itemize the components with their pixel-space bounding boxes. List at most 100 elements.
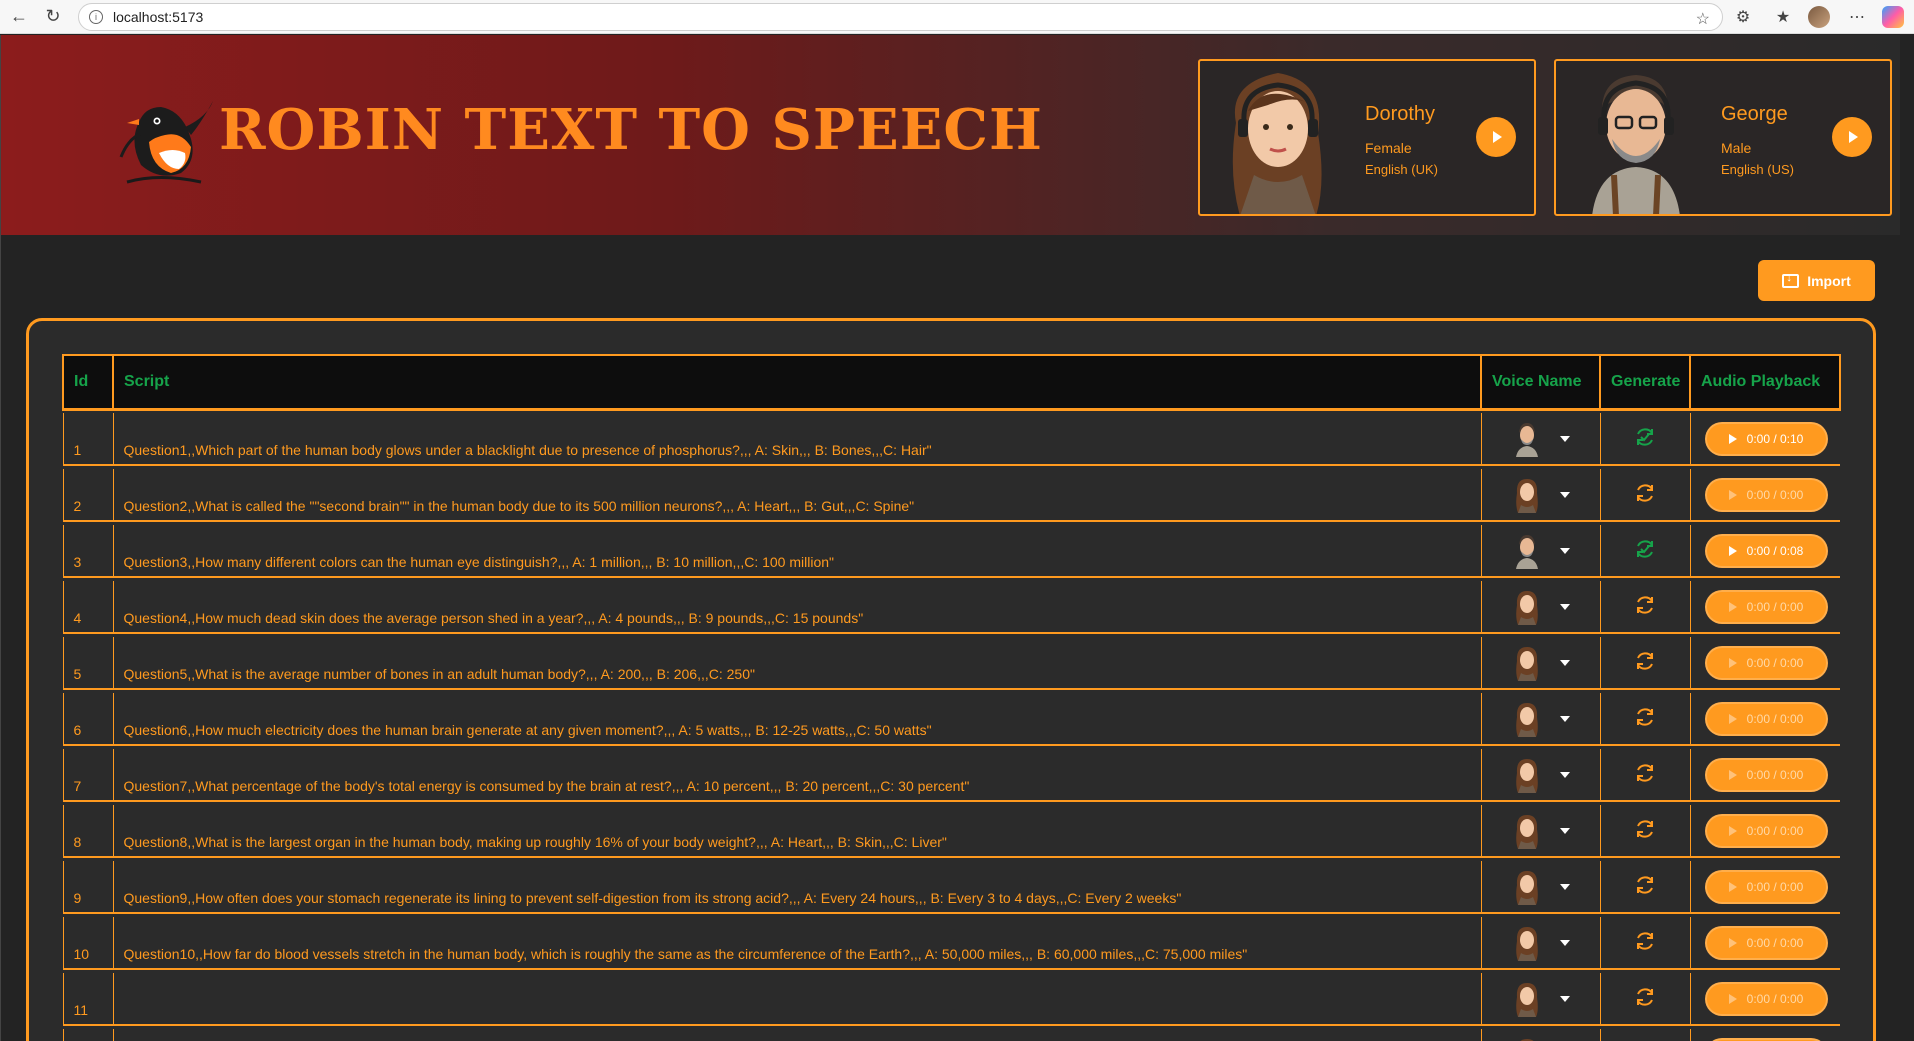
voice-select[interactable]: [1480, 525, 1600, 578]
audio-play-button[interactable]: 0:00 / 0:08: [1704, 533, 1828, 568]
audio-play-button[interactable]: 0:00 / 0:00: [1704, 757, 1828, 792]
voice-card-dorothy: Dorothy Female English (UK): [1198, 59, 1536, 216]
generate-cell: [1599, 917, 1690, 970]
table-row: 5 Question5,,What is the average number o…: [62, 637, 1840, 690]
chevron-down-icon[interactable]: [1559, 715, 1570, 722]
audio-cell: 0:00 / 0:00: [1689, 581, 1840, 634]
play-icon: [1728, 825, 1737, 836]
row-script[interactable]: Question3,,How many different colors can…: [112, 525, 1481, 578]
row-script[interactable]: [112, 973, 1481, 1026]
audio-play-button[interactable]: 0:00 / 0:00: [1704, 925, 1828, 960]
voice-select[interactable]: [1480, 637, 1600, 690]
reload-icon[interactable]: ↻: [38, 2, 68, 32]
more-menu-icon[interactable]: ⋯: [1844, 5, 1870, 29]
row-script[interactable]: Question10,,How far do blood vessels str…: [112, 917, 1481, 970]
voice-select[interactable]: [1480, 413, 1600, 466]
generate-icon[interactable]: [1633, 649, 1657, 673]
row-script[interactable]: Question8,,What is the largest organ in …: [112, 805, 1481, 858]
audio-play-button[interactable]: 0:00 / 0:10: [1704, 421, 1828, 456]
generate-icon[interactable]: [1633, 985, 1657, 1009]
row-script[interactable]: Question7,,What percentage of the body's…: [112, 749, 1481, 802]
voice-select[interactable]: [1480, 973, 1600, 1026]
chevron-down-icon[interactable]: [1559, 995, 1570, 1002]
row-script[interactable]: Question9,,How often does your stomach r…: [112, 861, 1481, 914]
chevron-down-icon[interactable]: [1559, 939, 1570, 946]
row-script[interactable]: Question2,,What is called the ""second b…: [112, 469, 1481, 522]
row-script[interactable]: [112, 1029, 1481, 1041]
dorothy-portrait: [1208, 63, 1348, 214]
generate-icon[interactable]: [1633, 761, 1657, 785]
audio-play-button[interactable]: 0:00 / 0:00: [1704, 981, 1828, 1016]
import-label: Import: [1807, 272, 1851, 289]
generate-icon[interactable]: [1633, 817, 1657, 841]
audio-time: 0:00 / 0:00: [1746, 823, 1804, 838]
chevron-down-icon[interactable]: [1559, 603, 1570, 610]
voice-preview-play-button[interactable]: [1832, 117, 1872, 157]
george-avatar-icon: [1512, 533, 1542, 569]
voice-preview-play-button[interactable]: [1476, 117, 1516, 157]
row-id: 4: [62, 581, 113, 634]
generate-icon[interactable]: [1633, 481, 1657, 505]
audio-cell: 0:00 / 0:00: [1689, 693, 1840, 746]
audio-cell: 0:00 / 0:00: [1689, 469, 1840, 522]
voice-select[interactable]: [1480, 749, 1600, 802]
voice-select[interactable]: [1480, 805, 1600, 858]
audio-play-button[interactable]: 0:00 / 0:00: [1704, 701, 1828, 736]
play-icon: [1728, 545, 1737, 556]
row-id: 7: [62, 749, 113, 802]
dorothy-avatar-icon: [1512, 589, 1542, 625]
row-script[interactable]: Question5,,What is the average number of…: [112, 637, 1481, 690]
audio-cell: 0:00 / 0:00: [1689, 637, 1840, 690]
regenerate-done-icon[interactable]: [1633, 537, 1657, 561]
chevron-down-icon[interactable]: [1559, 827, 1570, 834]
audio-play-button[interactable]: 0:00 / 0:00: [1704, 1037, 1828, 1041]
import-icon: [1782, 270, 1800, 288]
voice-select[interactable]: [1480, 1029, 1600, 1041]
chevron-down-icon[interactable]: [1559, 435, 1570, 442]
app-header: ROBIN TEXT TO SPEECH Dorothy Female Engl…: [1, 35, 1900, 235]
audio-time: 0:00 / 0:00: [1746, 655, 1804, 670]
voice-select[interactable]: [1480, 469, 1600, 522]
profile-avatar[interactable]: [1806, 5, 1832, 29]
generate-icon[interactable]: [1633, 705, 1657, 729]
row-script[interactable]: Question6,,How much electricity does the…: [112, 693, 1481, 746]
site-info-icon[interactable]: i: [89, 10, 103, 24]
row-script[interactable]: Question1,,Which part of the human body …: [112, 413, 1481, 466]
voice-select[interactable]: [1480, 861, 1600, 914]
audio-play-button[interactable]: 0:00 / 0:00: [1704, 645, 1828, 680]
column-header-generate: Generate: [1599, 354, 1691, 411]
audio-cell: 0:00 / 0:00: [1689, 805, 1840, 858]
generate-cell: [1599, 469, 1690, 522]
row-script[interactable]: Question4,,How much dead skin does the a…: [112, 581, 1481, 634]
voice-select[interactable]: [1480, 917, 1600, 970]
regenerate-done-icon[interactable]: [1633, 425, 1657, 449]
audio-time: 0:00 / 0:00: [1746, 711, 1804, 726]
play-icon: [1728, 937, 1737, 948]
play-icon: [1728, 713, 1737, 724]
column-header-audio-playback: Audio Playback: [1689, 354, 1841, 411]
back-icon[interactable]: ←: [4, 2, 34, 32]
chevron-down-icon[interactable]: [1559, 883, 1570, 890]
audio-play-button[interactable]: 0:00 / 0:00: [1704, 589, 1828, 624]
chevron-down-icon[interactable]: [1559, 771, 1570, 778]
chevron-down-icon[interactable]: [1559, 547, 1570, 554]
generate-icon[interactable]: [1633, 873, 1657, 897]
voice-name: Dorothy: [1365, 103, 1436, 125]
generate-icon[interactable]: [1633, 593, 1657, 617]
extensions-icon[interactable]: ⚙: [1730, 5, 1756, 29]
favorites-icon[interactable]: ★: [1770, 5, 1796, 29]
voice-select[interactable]: [1480, 581, 1600, 634]
generate-icon[interactable]: [1633, 929, 1657, 953]
audio-play-button[interactable]: 0:00 / 0:00: [1704, 869, 1828, 904]
chevron-down-icon[interactable]: [1559, 659, 1570, 666]
import-button[interactable]: Import: [1758, 260, 1875, 301]
favorite-star-icon[interactable]: ☆: [1696, 9, 1710, 29]
voice-select[interactable]: [1480, 693, 1600, 746]
audio-play-button[interactable]: 0:00 / 0:00: [1704, 813, 1828, 848]
chevron-down-icon[interactable]: [1559, 491, 1570, 498]
address-bar[interactable]: i localhost:5173 ☆: [78, 3, 1723, 31]
copilot-icon[interactable]: [1880, 5, 1906, 29]
column-header-voice-name: Voice Name: [1480, 354, 1601, 411]
dorothy-avatar-icon: [1512, 1037, 1542, 1041]
audio-play-button[interactable]: 0:00 / 0:00: [1704, 477, 1828, 512]
